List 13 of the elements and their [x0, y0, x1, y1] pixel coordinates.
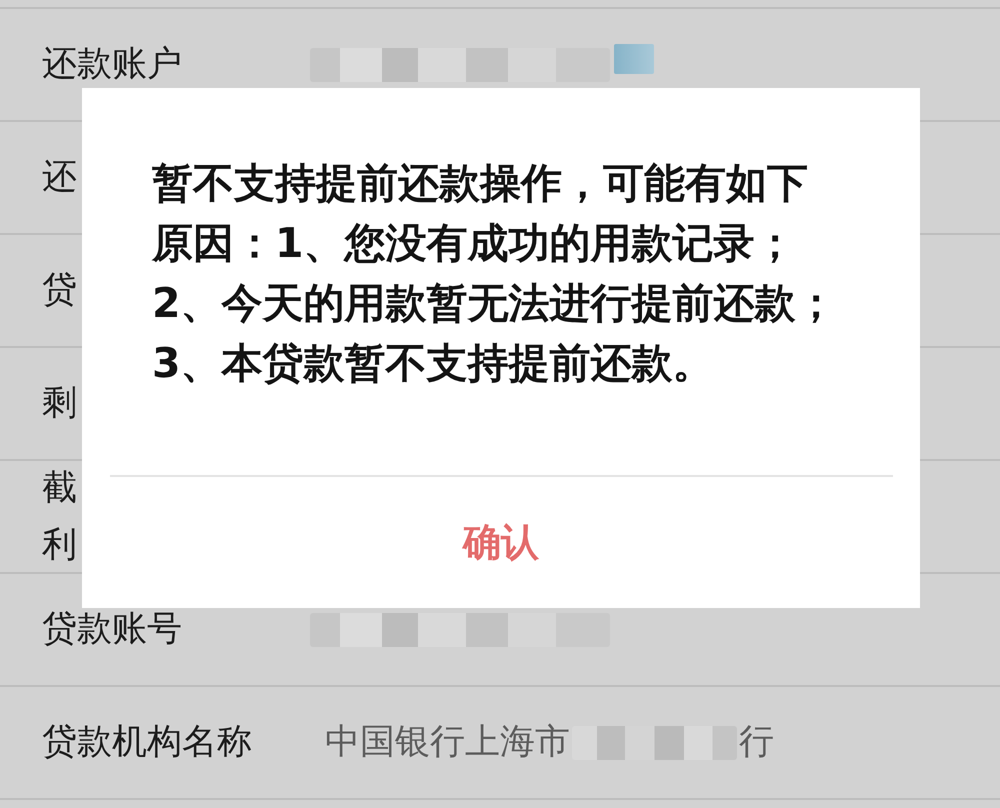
row-value: 行: [739, 722, 774, 763]
row-value: 中国银行上海市: [325, 722, 570, 763]
row-label: 贷: [42, 270, 77, 311]
row-label: 贷款账号: [42, 609, 182, 650]
row-label: 还款账户: [42, 44, 182, 85]
blurred-patch: [614, 44, 654, 74]
row-label: 截: [42, 468, 77, 508]
row-label: 贷款机构名称: [42, 722, 252, 763]
row-label: 利: [42, 525, 77, 566]
dialog-message: 暂不支持提前还款操作，可能有如下原因：1、您没有成功的用款记录； 2、今天的用款暂无法进行提前还款； 3、本贷款暂不支持提前还款。: [152, 158, 838, 389]
row-label: 还: [42, 157, 77, 198]
row-label: 剩: [42, 383, 77, 424]
confirm-button[interactable]: 确认: [449, 514, 553, 570]
